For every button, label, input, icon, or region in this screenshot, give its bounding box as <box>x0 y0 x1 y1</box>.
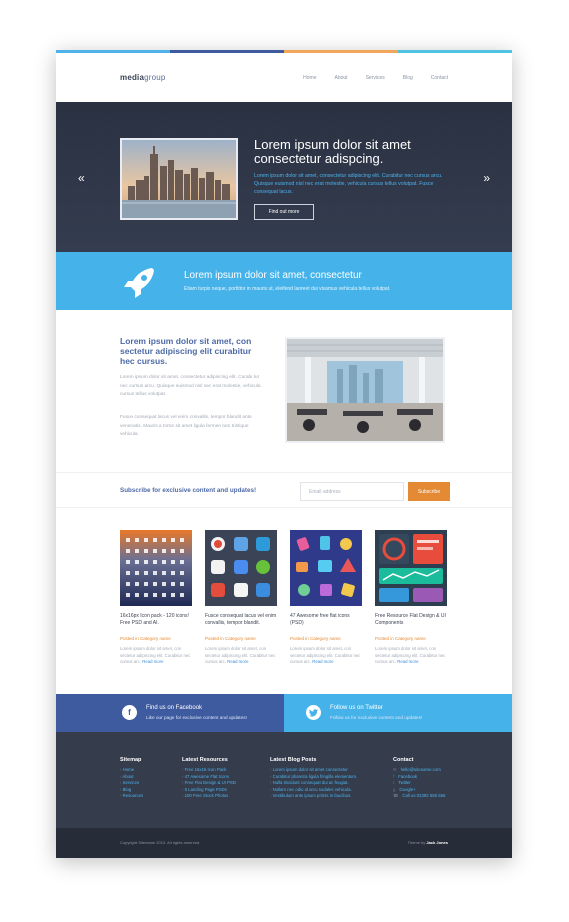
twitter-subtitle: Follow us for exclusive content and upda… <box>330 715 423 720</box>
phone-icon: ☎ <box>393 793 399 798</box>
top-color-bar <box>56 50 512 53</box>
feature-band: Lorem ipsum dolor sit amet, consectetur … <box>56 252 512 310</box>
card-flat-icons[interactable]: 47 Awesome free flat icons (PSD) Posted … <box>290 530 362 666</box>
hero-slider: « Lorem ipsum dolor sit amet consectetur <box>56 102 512 252</box>
band-text: Etiam turpis neque, porttitor in mauris … <box>184 286 391 292</box>
footer-link[interactable]: Free Flat Design & UI PSD <box>182 780 236 787</box>
card-app-icons[interactable]: Fusce consequat lacus vel enim convallis… <box>205 530 277 666</box>
bottom-bar: Copyright Sitename 2013. All rights rese… <box>56 828 512 858</box>
about-section: Lorem ipsum dolor sit amet, con sectetur… <box>56 310 512 472</box>
card-category[interactable]: Posted in Category name <box>290 636 362 641</box>
facebook-title: Find us on Facebook <box>146 705 203 711</box>
theme-author-link[interactable]: Jack Jones <box>426 840 448 845</box>
read-more-link[interactable]: Read more <box>227 659 248 664</box>
office-image <box>285 337 445 443</box>
footer-contact: Contact ✉ hello@sitename.com f Facebook tT… <box>393 757 445 800</box>
twitter-icon[interactable] <box>306 705 321 720</box>
ui-components-thumbnail[interactable] <box>375 530 447 606</box>
card-category[interactable]: Posted in Category name <box>120 636 192 641</box>
read-more-link[interactable]: Read more <box>397 659 418 664</box>
footer-link[interactable]: Resources <box>120 793 144 800</box>
footer-link[interactable]: Nulla tincidunt consequat dui ac feugiat… <box>270 780 357 787</box>
site-footer: Sitemap Home About Services Blog Resourc… <box>56 732 512 828</box>
resource-cards: 16x16px Icon pack - 120 icons! Free PSD … <box>120 530 450 666</box>
footer-link[interactable]: Lorem ipsum dolor sit amet consectetur <box>270 767 357 774</box>
card-title[interactable]: 47 Awesome free flat icons (PSD) <box>290 613 362 634</box>
icon-pack-thumbnail[interactable] <box>120 530 192 606</box>
copyright: Copyright Sitename 2013. All rights rese… <box>120 840 201 845</box>
card-title[interactable]: Free Resource Flat Design & UI Component… <box>375 613 447 634</box>
twitter-panel[interactable]: Follow us on Twitter Follow us for exclu… <box>284 694 512 732</box>
hero-title: Lorem ipsum dolor sit amet consectetur a… <box>254 137 411 166</box>
read-more-link[interactable]: Read more <box>142 659 163 664</box>
contact-phone[interactable]: ☎ Call us 02392 555 555 <box>393 793 445 800</box>
card-description: Lorem ipsum dolor sit amet, con sectetur… <box>120 646 191 664</box>
footer-link[interactable]: 100 Free Stock Photos <box>182 793 236 800</box>
app-icons-thumbnail[interactable] <box>205 530 277 606</box>
footer-link[interactable]: Vestibulum ante ipsum primis in faucibus… <box>270 793 357 800</box>
facebook-subtitle: Like our page for exclusive content and … <box>146 715 247 720</box>
footer-heading: Latest Resources <box>182 757 228 763</box>
hero-text: Lorem ipsum dolor sit amet, consectetur … <box>254 173 443 195</box>
facebook-icon[interactable]: f <box>122 705 137 720</box>
about-paragraph-2: Fusce consequat lacus vel enim convallis… <box>120 415 252 437</box>
logo[interactable]: mediagroup <box>120 73 166 82</box>
find-out-more-button[interactable]: Find out more <box>254 204 314 220</box>
double-chevron-left-icon[interactable]: « <box>78 172 85 184</box>
double-chevron-right-icon[interactable]: » <box>483 172 490 184</box>
mail-icon: ✉ <box>393 767 397 772</box>
card-description: Lorem ipsum dolor sit amet, con sectetur… <box>205 646 276 664</box>
subscribe-bar: Subscribe for exclusive content and upda… <box>56 472 512 508</box>
card-category[interactable]: Posted in Category name <box>375 636 447 641</box>
subscribe-button[interactable]: Subscribe <box>408 482 450 501</box>
read-more-link[interactable]: Read more <box>312 659 333 664</box>
footer-blog: Latest Blog Posts Lorem ipsum dolor sit … <box>270 757 357 800</box>
nav-about[interactable]: About <box>334 75 347 81</box>
google-plus-icon: g <box>393 786 396 792</box>
theme-credit: Theme by Jack Jones <box>407 840 449 845</box>
footer-resources: Latest Resources Free 16x16 Icon Pack 47… <box>182 757 236 800</box>
footer-sitemap: Sitemap Home About Services Blog Resourc… <box>120 757 143 800</box>
footer-heading: Sitemap <box>120 757 142 763</box>
card-description: Lorem ipsum dolor sit amet, con sectetur… <box>290 646 361 664</box>
footer-heading: Contact <box>393 757 414 763</box>
facebook-icon: f <box>393 773 395 779</box>
card-description: Lorem ipsum dolor sit amet, con sectetur… <box>375 646 446 664</box>
twitter-title: Follow us on Twitter <box>330 705 383 711</box>
subscribe-label: Subscribe for exclusive content and upda… <box>120 487 257 494</box>
about-title: Lorem ipsum dolor sit amet, con sectetur… <box>120 336 252 366</box>
rocket-icon <box>122 266 158 305</box>
nav-services[interactable]: Services <box>366 75 385 81</box>
nav-blog[interactable]: Blog <box>403 75 413 81</box>
nav-home[interactable]: Home <box>303 75 316 81</box>
footer-heading: Latest Blog Posts <box>270 757 317 763</box>
city-skyline-image <box>120 138 238 220</box>
card-icon-pack[interactable]: 16x16px Icon pack - 120 icons! Free PSD … <box>120 530 192 666</box>
main-nav: Home About Services Blog Contact <box>303 75 448 81</box>
card-ui-components[interactable]: Free Resource Flat Design & UI Component… <box>375 530 447 666</box>
card-title[interactable]: 16x16px Icon pack - 120 icons! Free PSD … <box>120 613 192 634</box>
about-paragraph-1: Lorem ipsum dolor sit amet, consectetur … <box>120 375 261 397</box>
page: mediagroup Home About Services Blog Cont… <box>56 50 512 858</box>
facebook-panel[interactable]: f Find us on Facebook Like our page for … <box>56 694 284 732</box>
social-bar: f Find us on Facebook Like our page for … <box>56 694 512 732</box>
card-category[interactable]: Posted in Category name <box>205 636 277 641</box>
nav-contact[interactable]: Contact <box>431 75 448 81</box>
twitter-icon: t <box>393 780 395 785</box>
card-title[interactable]: Fusce consequat lacus vel enim convallis… <box>205 613 277 634</box>
band-title: Lorem ipsum dolor sit amet, consectetur <box>184 270 362 281</box>
flat-icons-thumbnail[interactable] <box>290 530 362 606</box>
site-header: mediagroup Home About Services Blog Cont… <box>56 53 512 102</box>
email-input[interactable]: Email address <box>300 482 404 501</box>
